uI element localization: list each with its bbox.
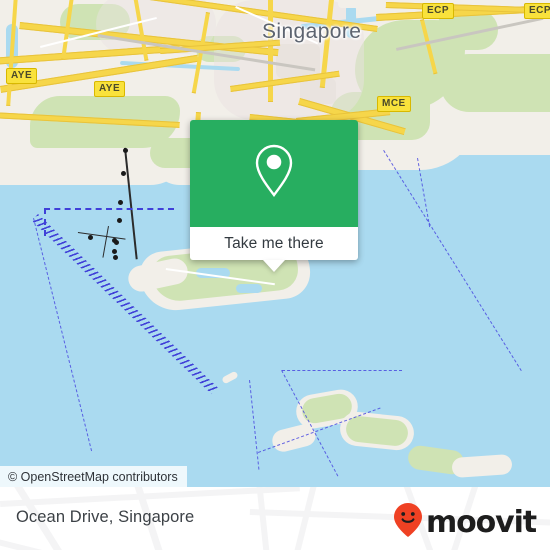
anchorage-boundary-west — [33, 218, 93, 452]
destination-callout-card[interactable]: Take me there — [190, 120, 358, 272]
island-bottom-right — [451, 453, 513, 479]
highway-shield-mce[interactable]: MCE — [377, 96, 411, 112]
screenshot-root: Singapore AYE AYE ECP ECP MCE Take me th… — [0, 0, 550, 550]
footer-map-line-9 — [0, 537, 146, 550]
map-attribution[interactable]: © OpenStreetMap contributors — [0, 466, 187, 487]
attribution-text: © OpenStreetMap contributors — [8, 469, 178, 484]
road-cte — [268, 0, 273, 102]
callout-pointer-tail — [263, 260, 285, 272]
highway-shield-aye-2[interactable]: AYE — [94, 81, 126, 97]
cable-car-station-4 — [117, 218, 122, 223]
park-east-coast-strip — [440, 54, 550, 112]
take-me-there-button[interactable]: Take me there — [224, 235, 324, 253]
moovit-logo[interactable]: moovit — [393, 502, 537, 543]
highway-shield-ecp-1[interactable]: ECP — [422, 3, 455, 19]
footer-map-line-4 — [285, 487, 318, 550]
highway-shield-aye-1[interactable]: AYE — [6, 68, 38, 84]
anchorage-boundary-bottom — [249, 380, 260, 470]
anchorage-boundary-east — [383, 150, 522, 372]
callout-icon-panel — [190, 120, 358, 227]
footer-map-line-3 — [256, 487, 275, 550]
cable-car-station-6 — [113, 255, 118, 260]
anchorage-boundary-east-2 — [282, 370, 402, 371]
highway-shield-ecp-2[interactable]: ECP — [524, 3, 550, 19]
cable-car-station-2 — [121, 171, 126, 176]
building-cluster-downtown — [276, 44, 320, 78]
callout-action-bar[interactable]: Take me there — [190, 227, 358, 260]
island-small-north — [338, 0, 362, 8]
cable-car-line-horizontal — [77, 232, 126, 241]
map-label-singapore: Singapore — [262, 20, 362, 43]
footer-location-title: Ocean Drive, Singapore — [16, 508, 195, 526]
lagoon-sentosa-2 — [236, 284, 262, 293]
footer-map-line-7 — [0, 487, 300, 507]
moovit-wordmark: moovit — [425, 504, 537, 540]
cable-car-station-7 — [88, 235, 93, 240]
cable-car-station-3 — [118, 200, 123, 205]
cable-car-station-1 — [123, 148, 128, 153]
moovit-smiley-pin-icon — [393, 502, 423, 543]
ferry-route-horizontal — [44, 208, 174, 210]
map-canvas[interactable]: Singapore AYE AYE ECP ECP MCE Take me th… — [0, 0, 550, 487]
cable-car-station-9 — [112, 249, 117, 254]
island-sisters — [221, 370, 239, 385]
cable-car-station-8 — [112, 238, 117, 243]
cable-car-line-spur — [102, 226, 110, 258]
map-pin-icon — [251, 142, 297, 205]
